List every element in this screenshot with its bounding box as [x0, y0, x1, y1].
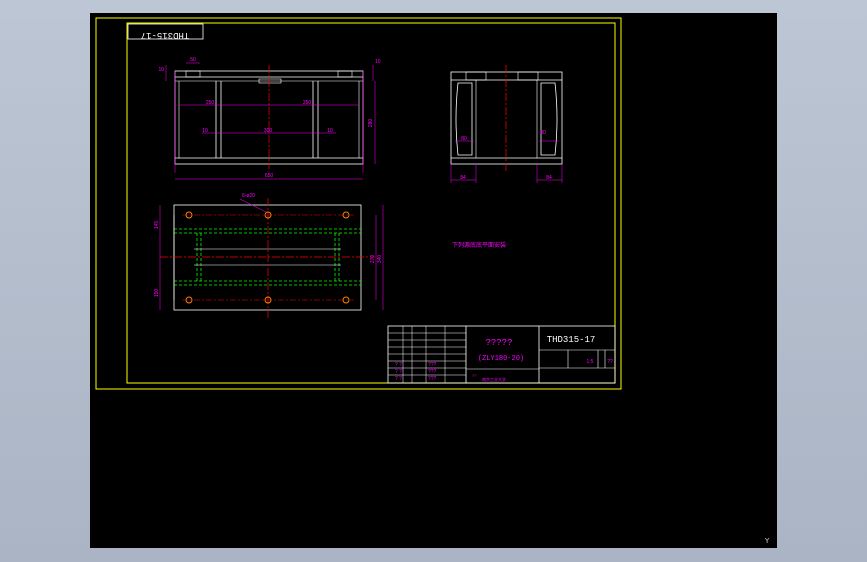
title-spec: (ZLY180-20): [478, 355, 524, 363]
dim-width: 650: [265, 173, 274, 179]
technical-note: 下列源底底平面安装: [452, 241, 506, 249]
dim-80-left: 80: [461, 136, 467, 142]
title-name: ?????: [485, 338, 512, 348]
dim-top-50: 50: [190, 57, 196, 63]
dim-84-left: 84: [460, 175, 466, 181]
hole-note: 6-ø20: [242, 193, 255, 199]
signature-3: ? ?: [395, 376, 402, 382]
dim-left-10: 10: [158, 67, 164, 73]
dim-left-top: 145: [154, 221, 160, 230]
dim-height: 280: [368, 119, 374, 128]
dim-250-left: 250: [206, 100, 215, 106]
cad-viewport[interactable]: THD315-17 650 50 10 10 280 250 250 10 30…: [0, 0, 867, 562]
mark-3: ???: [428, 376, 437, 382]
footer-a: ??: [472, 373, 477, 378]
dim-right-a: 270: [370, 255, 376, 264]
front-view: 650 50 10 10 280 250 250 10 300 10: [158, 57, 381, 180]
drawing-canvas[interactable]: THD315-17 650 50 10 10 280 250 250 10 30…: [90, 13, 777, 548]
mirrored-code-label: THD315-17: [141, 30, 190, 40]
mark-2: ???: [428, 369, 437, 375]
side-body: [450, 71, 563, 165]
dim-80-right: 80: [540, 130, 546, 136]
dim-300: 300: [264, 128, 273, 134]
dim-250-right: 250: [303, 100, 312, 106]
dim-10-b: 10: [327, 128, 333, 134]
mark-1: ???: [428, 362, 437, 368]
title-scale: 1:5: [587, 359, 594, 365]
plan-view: 6-ø20 145 150 270 340: [154, 193, 384, 318]
title-small-cell: ??: [607, 359, 613, 365]
dim-right-10: 10: [375, 59, 381, 65]
title-block: ????? (ZLY180-20) THD315-17 1:5 ?? ? ? ?…: [387, 325, 616, 384]
side-view: 80 80 84 84: [450, 65, 563, 183]
dim-10-a: 10: [202, 128, 208, 134]
cad-drawing: THD315-17 650 50 10 10 280 250 250 10 30…: [95, 17, 622, 390]
signature-1: ? ?: [395, 362, 402, 368]
dim-right-b: 340: [377, 255, 383, 264]
dim-left-bottom: 150: [154, 289, 160, 298]
dim-84-right: 84: [546, 175, 552, 181]
footer-b: 南京工业大学: [482, 376, 506, 382]
title-code: THD315-17: [547, 335, 596, 345]
plan-body: [173, 204, 362, 311]
signature-2: ? ?: [395, 369, 402, 375]
ucs-icon: Y: [765, 537, 770, 545]
